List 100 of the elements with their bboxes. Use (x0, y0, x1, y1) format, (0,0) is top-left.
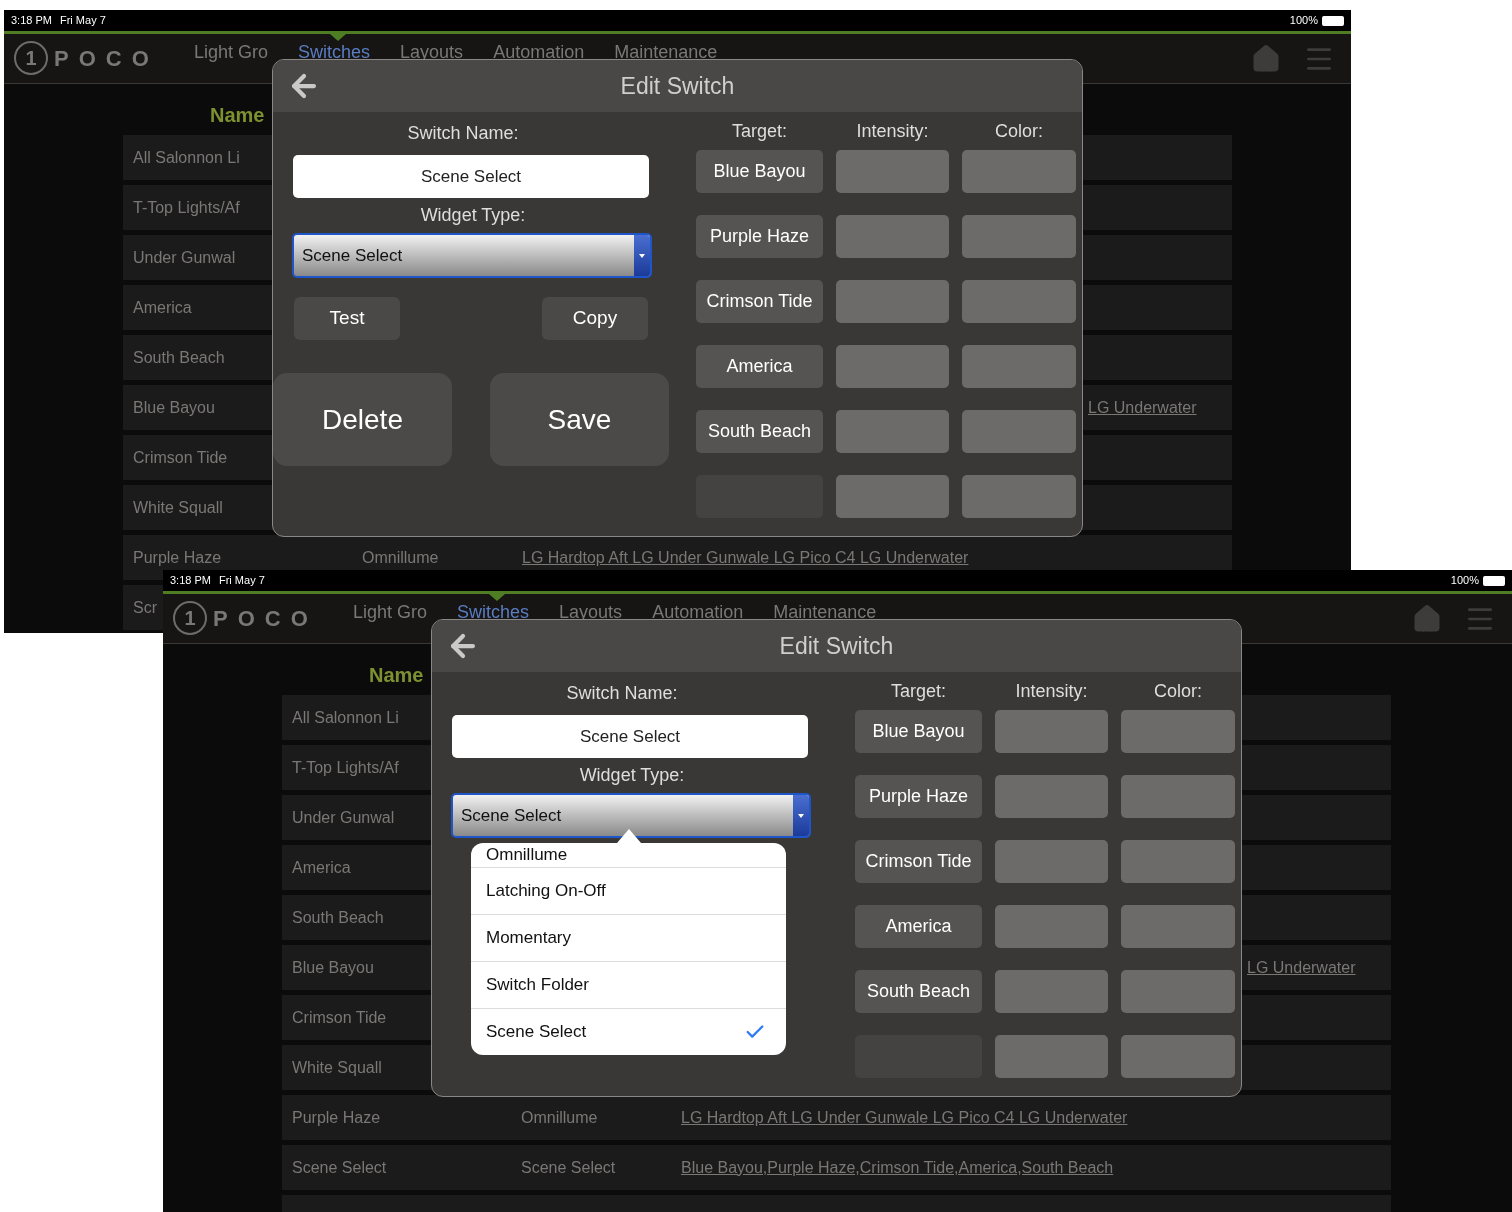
target-button[interactable]: Blue Bayou (696, 150, 823, 193)
intensity-button[interactable] (836, 410, 949, 453)
table-cell: Scene Select (521, 1158, 616, 1176)
menu-option[interactable]: Omnillume (471, 843, 786, 867)
target-button[interactable]: America (855, 905, 982, 948)
intensity-button[interactable] (995, 775, 1108, 818)
column-header: Name (210, 104, 265, 126)
target-button[interactable]: Purple Haze (696, 215, 823, 258)
intensity-button[interactable] (995, 1035, 1108, 1078)
table-cell: America (292, 858, 351, 876)
status-time: 3:18 PM (11, 13, 52, 29)
color-button[interactable] (1121, 905, 1235, 948)
menu-option[interactable]: Switch Folder (471, 961, 786, 1008)
field-label: Switch Name: (407, 123, 519, 143)
table-cell: Under Gunwal (292, 808, 395, 826)
color-button[interactable] (1121, 840, 1235, 883)
battery-level: 100% (1450, 573, 1479, 589)
logo-mark: 1 (173, 601, 207, 635)
table-cell: Crimson Tide (292, 1008, 387, 1026)
targets-link[interactable]: LG Hardtop Aft LG Under Gunwale LG Pico C4 LG Underwater (522, 548, 969, 566)
targets-link[interactable]: LG Underwater (1247, 958, 1356, 976)
table-row[interactable]: Purple Haze Omnillume LG Hardtop Aft LG Under Gunwale LG Pico C4 LG Underwater (282, 1095, 1391, 1140)
field-label: Widget Type: (579, 765, 685, 785)
color-button[interactable] (962, 215, 1076, 258)
target-button[interactable]: America (696, 345, 823, 388)
table-cell: South Beach (292, 908, 384, 926)
color-button[interactable] (962, 345, 1076, 388)
switch-name-field[interactable]: Scene Select (293, 155, 649, 198)
color-button[interactable] (962, 410, 1076, 453)
nav-tab[interactable]: Light Gro (194, 39, 269, 66)
intensity-button[interactable] (836, 280, 949, 323)
color-button[interactable] (1121, 1035, 1235, 1078)
home-icon[interactable] (1412, 604, 1442, 634)
color-button[interactable] (1121, 775, 1235, 818)
logo-mark: 1 (14, 41, 48, 75)
dialog-button[interactable]: Test (294, 297, 400, 340)
table-cell: Blue Bayou (292, 958, 374, 976)
home-icon[interactable] (1251, 44, 1281, 74)
table-cell: Purple Haze (292, 1108, 381, 1126)
battery-icon (1322, 15, 1344, 26)
target-button[interactable]: Purple Haze (855, 775, 982, 818)
dialog-title: Edit Switch (779, 631, 894, 661)
table-cell: Scene Select (292, 1158, 387, 1176)
nav-tab[interactable]: Light Gro (353, 599, 428, 626)
column-label: Color: (994, 120, 1044, 143)
intensity-button[interactable] (995, 710, 1108, 753)
table-cell: T-Top Lights/Af (133, 198, 240, 216)
color-button[interactable] (962, 280, 1076, 323)
targets-link[interactable]: LG Hardtop Aft LG Under Gunwale LG Pico C4 LG Underwater (681, 1108, 1128, 1126)
table-cell: Omnillume (362, 548, 439, 566)
table-cell: All Salonnon Li (133, 148, 240, 166)
table-cell: Blue Bayou (133, 398, 215, 416)
color-button[interactable] (962, 150, 1076, 193)
intensity-button[interactable] (995, 970, 1108, 1013)
intensity-button[interactable] (995, 905, 1108, 948)
widget-type-select[interactable]: Scene Select (292, 233, 652, 278)
column-label: Target: (890, 680, 947, 703)
intensity-button[interactable] (836, 215, 949, 258)
table-cell: White Squall (133, 498, 223, 516)
target-button[interactable]: South Beach (855, 970, 982, 1013)
dialog-button[interactable]: Copy (542, 297, 648, 340)
table-cell: T-Top Lights/Af (292, 758, 399, 776)
intensity-button[interactable] (836, 150, 949, 193)
table-row[interactable]: Scene Select Scene Select Blue Bayou,Purple Haze,Crimson Tide,America,South Beach (282, 1145, 1391, 1190)
targets-link[interactable]: LG Underwater (1088, 398, 1197, 416)
logo-text: POCO (213, 604, 319, 633)
target-button[interactable]: Crimson Tide (696, 280, 823, 323)
table-cell: All Salonnon Li (292, 708, 399, 726)
targets-link[interactable]: Blue Bayou,Purple Haze,Crimson Tide,America,South Beach (681, 1158, 1114, 1176)
intensity-button[interactable] (836, 345, 949, 388)
color-button[interactable] (962, 475, 1076, 518)
table-cell: Omnillume (521, 1108, 598, 1126)
table-cell: Crimson Tide (133, 448, 228, 466)
dialog-title: Edit Switch (620, 71, 735, 101)
menu-option[interactable]: Scene Select (471, 1008, 786, 1055)
table-cell: Scr (133, 598, 157, 616)
dialog-button[interactable]: Save (490, 373, 669, 466)
field-label: Switch Name: (566, 683, 678, 703)
widget-type-select[interactable]: Scene Select (451, 793, 811, 838)
color-button[interactable] (1121, 710, 1235, 753)
logo-text: POCO (54, 44, 160, 73)
table-cell: South Beach (133, 348, 225, 366)
target-button[interactable]: Crimson Tide (855, 840, 982, 883)
menu-option[interactable]: Momentary (471, 914, 786, 961)
target-button[interactable]: Blue Bayou (855, 710, 982, 753)
switch-name-field[interactable]: Scene Select (452, 715, 808, 758)
intensity-button[interactable] (995, 840, 1108, 883)
table-cell: America (133, 298, 192, 316)
column-label: Intensity: (1014, 680, 1089, 703)
color-button[interactable] (1121, 970, 1235, 1013)
column-label: Target: (731, 120, 788, 143)
status-date: Fri May 7 (59, 13, 106, 29)
dialog-button[interactable]: Delete (273, 373, 452, 466)
table-cell: Purple Haze (133, 548, 222, 566)
column-label: Intensity: (855, 120, 930, 143)
target-button[interactable]: South Beach (696, 410, 823, 453)
intensity-button[interactable] (836, 475, 949, 518)
battery-level: 100% (1289, 13, 1318, 29)
table-cell: White Squall (292, 1058, 382, 1076)
menu-option[interactable]: Latching On-Off (471, 867, 786, 914)
